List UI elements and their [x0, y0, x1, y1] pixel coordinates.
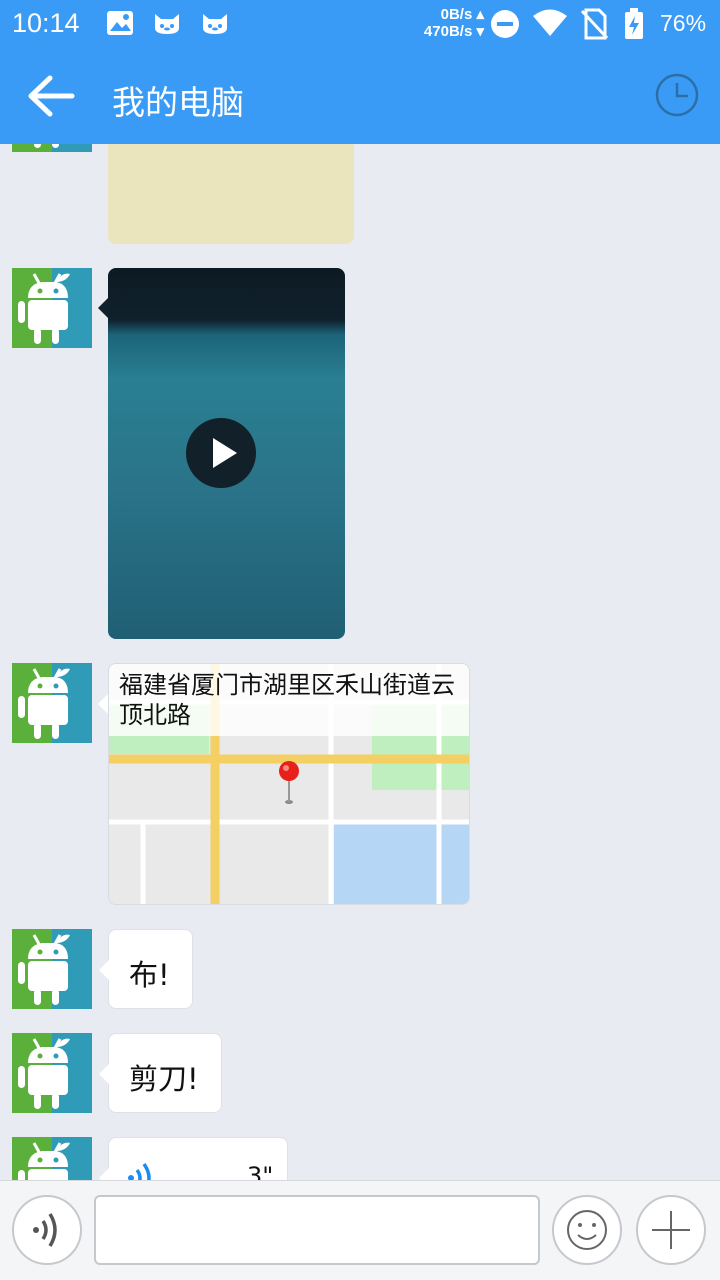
net-up-text: 0B/s: [440, 6, 473, 23]
message-input[interactable]: [94, 1195, 540, 1265]
emoji-button[interactable]: [552, 1195, 622, 1265]
net-down-text: 470B/s: [423, 23, 473, 40]
video-message[interactable]: [108, 268, 345, 639]
status-time: 10:14: [12, 8, 80, 38]
chat-list[interactable]: 福建省厦门市湖里区禾山街道云顶北路 布! 剪刀! 3": [0, 144, 720, 1180]
history-button[interactable]: [654, 72, 700, 118]
dnd-icon: [490, 9, 520, 43]
android-apple-icon: [18, 1038, 92, 1109]
voice-input-button[interactable]: [12, 1195, 82, 1265]
avatar[interactable]: [12, 663, 92, 743]
battery-charging-icon: [624, 8, 644, 44]
input-bar: [0, 1180, 720, 1280]
battery-percent: 76%: [660, 10, 707, 36]
cat-icon: [200, 10, 230, 40]
voice-wave-icon: [128, 1162, 151, 1180]
text-message[interactable]: 剪刀!: [99, 1033, 222, 1113]
android-apple-icon: [34, 144, 59, 148]
wifi-icon: [532, 8, 568, 42]
avatar[interactable]: [12, 929, 92, 1009]
play-icon: [213, 438, 237, 468]
no-sim-icon: [580, 8, 609, 44]
status-bar: 10:14 0B/s ▴ 470B/s ▾ 76%: [0, 0, 720, 48]
voice-duration: 3": [247, 1162, 274, 1180]
text-message[interactable]: 布!: [99, 929, 193, 1009]
back-button[interactable]: [26, 74, 76, 118]
location-address: 福建省厦门市湖里区禾山街道云顶北路: [119, 671, 455, 729]
avatar[interactable]: [12, 1033, 92, 1113]
avatar[interactable]: [12, 268, 92, 348]
more-button[interactable]: [636, 1195, 706, 1265]
message-text: 剪刀!: [129, 1062, 199, 1096]
previous-card-message[interactable]: [108, 144, 354, 244]
clock-icon: [655, 73, 699, 117]
message-text: 布!: [129, 958, 170, 992]
voice-icon: [33, 1213, 57, 1247]
avatar[interactable]: [12, 1137, 92, 1180]
android-apple-icon: [18, 668, 92, 739]
voice-message[interactable]: 3": [99, 1137, 288, 1180]
title-bar: 我的电脑: [0, 48, 720, 144]
plus-icon: [652, 1211, 690, 1249]
android-apple-icon: [18, 934, 92, 1005]
map-pin-icon: [279, 761, 299, 804]
arrow-left-icon: [28, 75, 75, 117]
android-apple-icon: [18, 1142, 92, 1180]
smile-icon: [567, 1210, 607, 1250]
android-apple-icon: [18, 273, 92, 344]
play-button[interactable]: [186, 418, 256, 488]
location-message[interactable]: 福建省厦门市湖里区禾山街道云顶北路: [108, 663, 470, 905]
network-speed: 0B/s ▴ 470B/s ▾: [423, 6, 484, 40]
avatar[interactable]: [12, 144, 92, 152]
page-title: 我的电脑: [112, 83, 244, 122]
cat-icon: [152, 10, 182, 40]
image-icon: [106, 10, 134, 40]
